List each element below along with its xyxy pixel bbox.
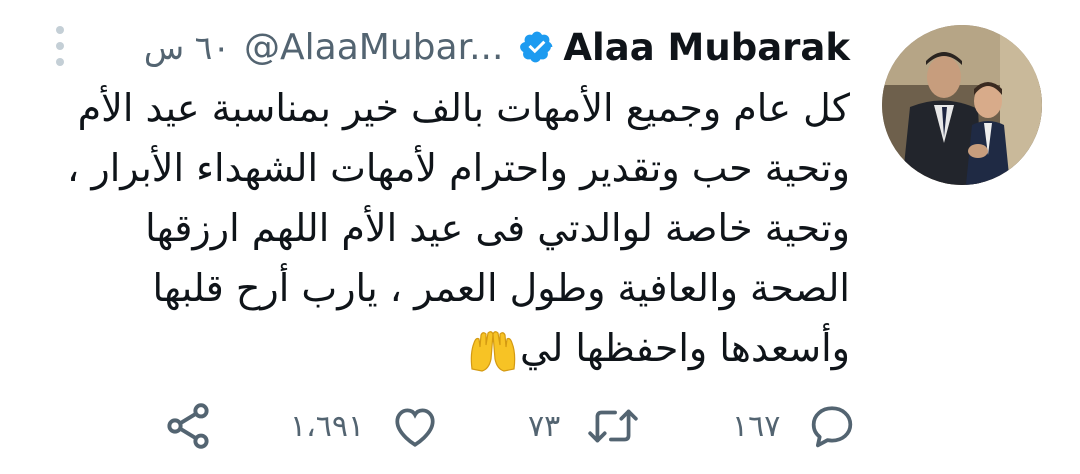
author-handle[interactable]: @AlaaMubar... <box>244 27 503 68</box>
tweet-line: وتحية حب وتقدير واحترام لأمهات الشهداء ا… <box>67 146 850 190</box>
reply-button[interactable]: ١٦٧ <box>732 400 858 452</box>
more-options-icon[interactable] <box>48 26 72 66</box>
retweet-count: ٧٣ <box>528 408 561 444</box>
tweet-line: الصحة والعافية وطول العمر ، يارب أرح قلب… <box>152 266 850 310</box>
reply-icon <box>812 406 853 448</box>
tweet-header: ٦٠ س @AlaaMubar... Alaa Mubarak <box>144 22 850 72</box>
share-icon <box>167 403 209 449</box>
like-icon <box>395 408 435 447</box>
tweet-text: كل عام وجميع الأمهات بالف خير بمناسبة عي… <box>50 78 850 378</box>
verified-badge-icon <box>520 31 553 63</box>
avatar-photo <box>882 25 1042 185</box>
like-count: ١،٦٩١ <box>290 408 365 444</box>
reply-count: ١٦٧ <box>732 408 781 444</box>
author-name[interactable]: Alaa Mubarak <box>563 26 850 69</box>
avatar[interactable] <box>882 25 1042 185</box>
tweet-line: وأسعدها واحفظها لي <box>520 326 850 370</box>
tweet-last-line: وأسعدها واحفظها لي <box>50 318 850 378</box>
tweet-line: كل عام وجميع الأمهات بالف خير بمناسبة عي… <box>77 86 850 130</box>
like-button[interactable]: ١،٦٩١ <box>290 400 440 452</box>
retweet-icon <box>588 409 638 443</box>
retweet-button[interactable]: ٧٣ <box>528 400 640 452</box>
share-button[interactable] <box>162 400 214 452</box>
tweet-time[interactable]: ٦٠ س <box>144 28 230 67</box>
raising-hands-emoji <box>470 330 516 372</box>
tweet-actions: ١،٦٩١ ٧٣ ١٦٧ <box>0 400 1080 452</box>
tweet-line: وتحية خاصة لوالدتي فى عيد الأم اللهم ارز… <box>145 206 850 250</box>
